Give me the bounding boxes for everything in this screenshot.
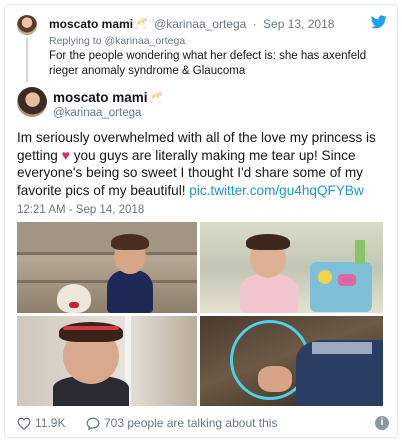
heart-emoji: ♥ bbox=[61, 146, 70, 163]
embedded-tweet-card: moscato mami🥂 @karinaa_ortega · Sep 13, … bbox=[4, 4, 398, 438]
parent-avatar[interactable] bbox=[17, 15, 37, 35]
replying-to-prefix: Replying to bbox=[49, 35, 102, 47]
child-hair bbox=[246, 234, 290, 250]
parent-tweet-text: For the people wondering what her defect… bbox=[49, 50, 367, 77]
like-action[interactable]: 11.9K bbox=[17, 416, 65, 430]
child-dress bbox=[107, 270, 153, 313]
main-avatar[interactable] bbox=[17, 87, 47, 117]
teddy-bow bbox=[69, 302, 79, 308]
child-hair bbox=[111, 234, 149, 250]
parent-tweet-header: moscato mami🥂 @karinaa_ortega · Sep 13, … bbox=[49, 17, 334, 31]
photo-grid bbox=[17, 222, 383, 406]
tweet-timestamp[interactable]: 12:21 AM - Sep 14, 2018 bbox=[17, 204, 144, 216]
tweet-footer: 11.9K 703 people are talking about this … bbox=[17, 416, 389, 434]
teddy-bear bbox=[57, 284, 91, 313]
child-hair bbox=[59, 322, 123, 342]
stair-edge bbox=[17, 252, 197, 255]
main-tweet-text: Im seriously overwhelmed with all of the… bbox=[17, 129, 389, 199]
like-count[interactable]: 11.9K bbox=[35, 416, 65, 430]
speech-bubble-icon[interactable] bbox=[86, 417, 100, 430]
thread-connector-line bbox=[26, 38, 28, 82]
main-display-name-row[interactable]: moscato mami🥂 bbox=[53, 90, 162, 105]
child-pink-dress bbox=[240, 274, 298, 313]
parent-display-name[interactable]: moscato mami bbox=[49, 17, 133, 31]
basket-toy bbox=[318, 270, 332, 284]
twitter-bird-icon[interactable] bbox=[371, 15, 387, 29]
child-hands bbox=[258, 366, 292, 392]
main-name-emoji: 🥂 bbox=[148, 92, 163, 104]
photo-2[interactable] bbox=[200, 222, 383, 313]
tweet-media-link[interactable]: pic.twitter.com/gu4hqQFYBw bbox=[189, 183, 364, 198]
main-display-name[interactable]: moscato mami bbox=[53, 90, 148, 105]
parent-name-emoji: 🥂 bbox=[134, 18, 148, 30]
main-tweet-header: moscato mami🥂 @karinaa_ortega bbox=[5, 87, 397, 127]
easter-basket bbox=[310, 262, 372, 312]
parent-tweet[interactable]: moscato mami🥂 @karinaa_ortega · Sep 13, … bbox=[5, 5, 397, 83]
photo-3[interactable] bbox=[17, 316, 197, 406]
photo-1[interactable] bbox=[17, 222, 197, 313]
parent-handle[interactable]: @karinaa_ortega bbox=[154, 17, 246, 31]
parent-date[interactable]: Sep 13, 2018 bbox=[263, 17, 334, 31]
stairs-wall bbox=[17, 222, 197, 252]
basket-toy bbox=[338, 274, 356, 286]
parent-separator: · bbox=[252, 17, 257, 31]
main-handle[interactable]: @karinaa_ortega bbox=[53, 107, 141, 119]
headband bbox=[63, 326, 119, 330]
replying-to-handle[interactable]: @karinaa_ortega bbox=[104, 35, 185, 47]
talking-count[interactable]: 703 people are talking about this bbox=[104, 416, 277, 430]
heart-outline-icon[interactable] bbox=[17, 417, 31, 430]
basket-item bbox=[355, 240, 365, 264]
photo-4[interactable] bbox=[200, 316, 383, 406]
conversation-action[interactable]: 703 people are talking about this bbox=[86, 416, 277, 430]
jacket-embellishment bbox=[312, 342, 372, 354]
replying-to-line: Replying to @karinaa_ortega bbox=[49, 35, 185, 47]
info-icon[interactable]: i bbox=[375, 416, 389, 430]
